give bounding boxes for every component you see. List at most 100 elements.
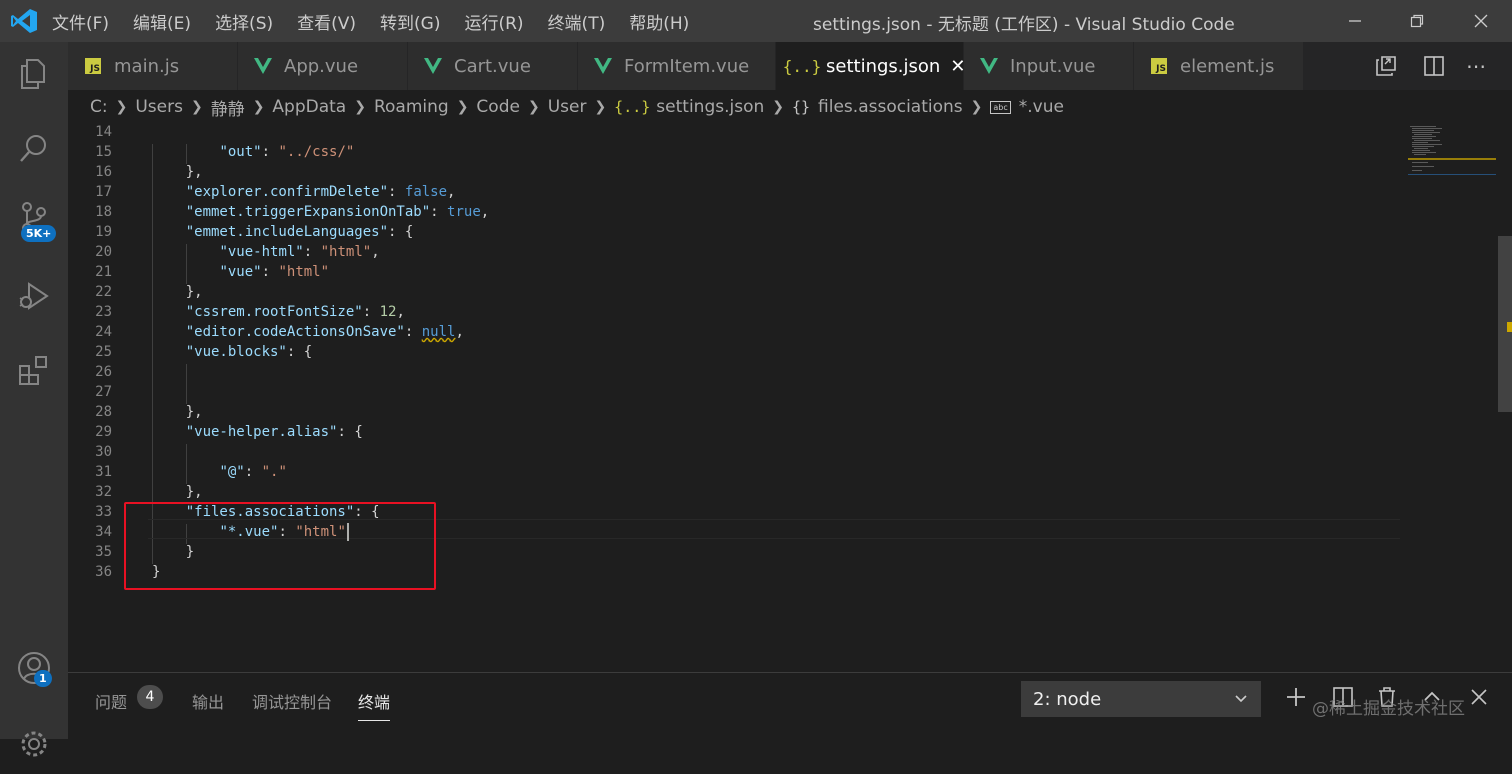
line-number: 17 [95,184,112,200]
tab-debug-console[interactable]: 调试控制台 [252,689,332,713]
open-settings-json-button[interactable] [1374,42,1398,90]
code-line[interactable]: 32 }, [68,482,1398,502]
menu-edit[interactable]: 编辑(E) [133,9,191,34]
run-debug-button[interactable] [0,266,68,326]
chevron-right-icon: ❯ [772,99,784,115]
tab-main-js[interactable]: JS main.js [68,42,238,90]
manage-button[interactable] [0,714,68,774]
account-badge: 1 [34,670,52,687]
close-icon [1471,689,1487,705]
line-number: 25 [95,344,112,360]
js-file-icon: JS [85,58,101,74]
vertical-scrollbar[interactable] [1496,124,1512,672]
breadcrumb-item[interactable]: *.vue [1019,97,1064,117]
line-number: 22 [95,284,112,300]
code-line[interactable]: 28 }, [68,402,1398,422]
breadcrumb-item[interactable]: Users [135,97,183,117]
search-button[interactable] [0,118,68,178]
tab-settings-json[interactable]: {..} settings.json ✕ [776,42,965,90]
close-panel-button[interactable] [1467,685,1491,713]
new-terminal-button[interactable] [1284,685,1308,713]
tab-cart-vue[interactable]: Cart.vue [408,42,578,90]
highlight-annotation-box [124,502,436,590]
extensions-button[interactable] [0,340,68,400]
code-editor[interactable]: 14 15 "out": "../css/" 16 }, 17 "explorer.c… [68,124,1512,672]
tab-input-vue[interactable]: Input.vue [964,42,1134,90]
line-code: "vue": "html" [219,264,330,280]
line-code: "emmet.triggerExpansionOnTab": true, [185,204,490,220]
code-line[interactable]: 26 [68,362,1398,382]
breadcrumb-item[interactable]: files.associations [818,97,963,117]
code-line[interactable]: 18 "emmet.triggerExpansionOnTab": true, [68,202,1398,222]
json-file-icon: {..} [614,98,651,116]
tab-label: Cart.vue [454,55,531,77]
menu-view[interactable]: 查看(V) [297,9,356,34]
explorer-button[interactable] [0,44,68,104]
tab-element-js[interactable]: JS element.js [1134,42,1304,90]
breadcrumb-item[interactable]: Code [476,97,520,117]
code-line[interactable]: 20 "vue-html": "html", [68,242,1398,262]
line-number: 18 [95,204,112,220]
line-code: "explorer.confirmDelete": false, [185,184,456,200]
line-number: 24 [95,324,112,340]
code-line[interactable]: 31 "@": "." [68,462,1398,482]
code-line[interactable]: 21 "vue": "html" [68,262,1398,282]
menu-selection[interactable]: 选择(S) [215,9,273,34]
menu-run[interactable]: 运行(R) [464,9,523,34]
breadcrumb-item[interactable]: AppData [272,97,346,117]
split-editor-button[interactable] [1422,42,1446,90]
line-code: "emmet.includeLanguages": { [185,224,414,240]
breadcrumb-item[interactable]: settings.json [656,97,764,117]
menu-file[interactable]: 文件(F) [52,9,109,34]
code-line[interactable]: 30 [68,442,1398,462]
menu-help[interactable]: 帮助(H) [629,9,689,34]
code-line[interactable]: 16 }, [68,162,1398,182]
breadcrumb-item[interactable]: User [548,97,587,117]
tab-label: App.vue [284,55,359,77]
tab-label: FormItem.vue [624,55,750,77]
tab-label: main.js [114,55,180,77]
line-code: }, [185,164,203,180]
breadcrumb-item[interactable]: Roaming [374,97,449,117]
code-line[interactable]: 25 "vue.blocks": { [68,342,1398,362]
explorer-icon [21,59,45,89]
line-number: 16 [95,164,112,180]
close-window-button[interactable] [1450,0,1512,42]
line-number: 29 [95,424,112,440]
tab-terminal[interactable]: 终端 [358,689,391,721]
code-line[interactable]: 17 "explorer.confirmDelete": false, [68,182,1398,202]
terminal-select[interactable]: 2: node [1021,681,1261,717]
close-icon [1474,14,1488,28]
tab-problems[interactable]: 问题 [95,689,127,713]
code-line[interactable]: 24 "editor.codeActionsOnSave": null, [68,322,1398,342]
tab-formitem-vue[interactable]: FormItem.vue [578,42,776,90]
code-line[interactable]: 14 [68,122,1398,142]
breadcrumb-item[interactable]: 静静 [211,95,245,120]
minimap[interactable] [1408,124,1496,672]
line-number: 27 [95,384,112,400]
restore-button[interactable] [1386,0,1448,42]
account-button[interactable] [0,638,68,698]
tab-app-vue[interactable]: App.vue [238,42,408,90]
line-number: 36 [95,564,112,580]
extensions-icon [19,356,47,385]
vue-file-icon [424,58,442,74]
code-line[interactable]: 22 }, [68,282,1398,302]
minimize-button[interactable] [1324,0,1386,42]
menu-go[interactable]: 转到(G) [380,9,440,34]
code-line[interactable]: 15 "out": "../css/" [68,142,1398,162]
breadcrumb-item[interactable]: C: [90,97,108,117]
code-line[interactable]: 23 "cssrem.rootFontSize": 12, [68,302,1398,322]
search-icon [20,135,46,162]
code-line[interactable]: 19 "emmet.includeLanguages": { [68,222,1398,242]
menu-terminal[interactable]: 终端(T) [548,9,606,34]
tab-output[interactable]: 输出 [192,689,224,713]
tab-label: Input.vue [1010,55,1096,77]
more-actions-button[interactable]: ⋯ [1466,42,1486,90]
line-number: 14 [95,124,112,140]
activity-bar: 5K+ 1 [0,42,68,757]
code-line[interactable]: 27 [68,382,1398,402]
code-line[interactable]: 29 "vue-helper.alias": { [68,422,1398,442]
tab-label: settings.json [826,55,941,77]
title-bar: 文件(F) 编辑(E) 选择(S) 查看(V) 转到(G) 运行(R) 终端(T… [0,0,1512,42]
